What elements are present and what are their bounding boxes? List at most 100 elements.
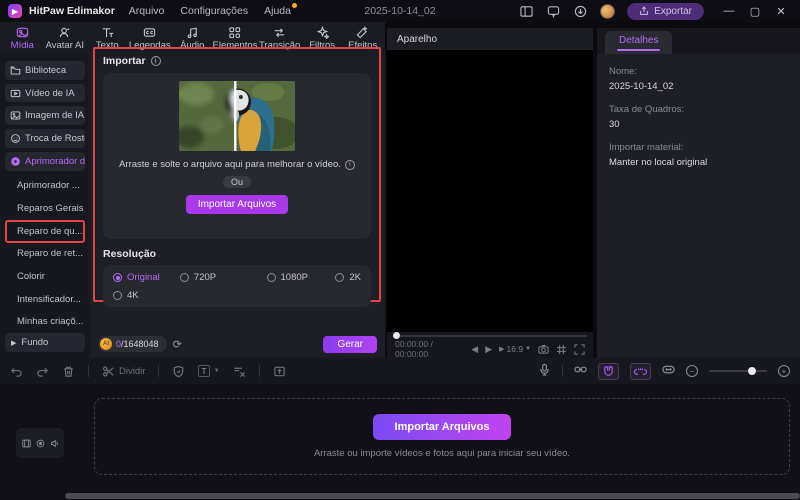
undo-icon[interactable] [10, 365, 23, 378]
edit-toolbar: Dividir T ▼ − + [0, 358, 800, 384]
avatar-ai-icon [60, 27, 70, 38]
dropzone-hint: Arraste e solte o arquivo aqui para melh… [119, 159, 355, 170]
radio-label: 4K [127, 290, 139, 301]
sidebar-item-fundo[interactable]: ▶ Fundo [5, 333, 85, 352]
toolbar-right-group: − + [538, 362, 790, 380]
snapshot-icon[interactable] [538, 344, 549, 355]
sidebar-item-aprimorador[interactable]: Aprimorador ... [5, 175, 85, 198]
sidebar-item-label: Troca de Rostos [25, 133, 85, 145]
play-icon[interactable]: ▶ [485, 344, 492, 355]
video-preview-area[interactable] [387, 50, 593, 332]
magnet-icon[interactable] [598, 362, 619, 380]
file-dropzone[interactable]: Arraste e solte o arquivo aqui para melh… [103, 73, 371, 239]
radio-icon [179, 273, 189, 282]
sidebar-item-intensificador[interactable]: Intensificador... [5, 288, 85, 311]
export-clip-icon[interactable] [273, 365, 286, 378]
record-track-icon[interactable] [36, 439, 45, 448]
field-value-importar-material: Manter no local original [609, 157, 708, 168]
scrubber-handle[interactable] [393, 332, 400, 339]
sidebar-item-aprimorador-de-video[interactable]: Aprimorador d... [5, 151, 85, 171]
radio-icon [335, 273, 345, 282]
credits-total: /1648048 [121, 339, 159, 349]
preview-scrubber[interactable] [387, 332, 593, 340]
import-files-button[interactable]: Importar Arquivos [185, 195, 289, 214]
minimize-icon[interactable]: — [716, 0, 742, 22]
info-icon[interactable]: i [344, 159, 355, 170]
filters-icon [316, 26, 329, 39]
user-avatar[interactable] [600, 3, 616, 19]
scrubber-track [393, 335, 587, 337]
text-tool-icon[interactable]: T ▼ [198, 365, 220, 377]
timeline-import-button[interactable]: Importar Arquivos [372, 414, 512, 440]
fit-timeline-icon[interactable] [662, 363, 675, 379]
aspect-ratio-selector[interactable]: ▶ 16:9 ▼ [499, 344, 531, 354]
field-value-nome: 2025-10-14_02 [609, 81, 674, 92]
split-tool[interactable]: Dividir [102, 365, 145, 378]
tab-detalhes[interactable]: Detalhes [605, 31, 673, 54]
sidebar-item-biblioteca[interactable]: Biblioteca [5, 61, 85, 80]
maximize-icon[interactable]: ▢ [742, 0, 768, 22]
export-button[interactable]: Exportar [627, 2, 704, 20]
timeline-dropzone[interactable]: Importar Arquivos Arraste ou importe víd… [94, 398, 790, 475]
sidebar-item-troca-de-rostos[interactable]: Troca de Rostos [5, 129, 85, 148]
sidebar-item-label: Fundo [21, 337, 49, 349]
zoom-out-icon[interactable]: − [686, 365, 698, 377]
info-icon[interactable]: i [150, 56, 161, 66]
refresh-icon[interactable]: ⟳ [173, 338, 182, 351]
app-window: ▶ HitPaw Edimakor Arquivo Configurações … [0, 0, 800, 500]
import-panel-footer: AI 0/1648048 ⟳ Gerar [90, 333, 385, 355]
link-icon[interactable] [574, 363, 587, 379]
sidebar-item-reparos-gerais[interactable]: Reparos Gerais [5, 197, 85, 220]
radio-2k[interactable]: 2K [335, 272, 361, 283]
tab-avatar-ai[interactable]: Avatar AI [43, 26, 87, 51]
radio-original[interactable]: Original [113, 272, 180, 283]
timeline-area: Importar Arquivos Arraste ou importe víd… [0, 384, 800, 500]
sidebar-item-reparo-de-quadros[interactable]: Reparo de qu... [5, 219, 85, 243]
sidebar-item-video-de-ia[interactable]: Vídeo de IA [5, 83, 85, 103]
scissors-icon [102, 365, 114, 377]
zoom-slider-handle[interactable] [748, 367, 757, 375]
tab-label: Mídia [10, 40, 34, 51]
download-icon[interactable] [573, 4, 588, 19]
notification-dot [291, 3, 297, 8]
credits-counter: AI 0/1648048 [98, 336, 167, 352]
generate-button[interactable]: Gerar [323, 335, 377, 353]
trash-icon[interactable] [62, 365, 75, 378]
shield-icon[interactable] [172, 365, 185, 378]
fullscreen-icon[interactable] [574, 343, 585, 355]
sidebar-item-colorir[interactable]: Colorir [5, 265, 85, 288]
unlink-icon[interactable] [630, 362, 651, 380]
grid-icon[interactable] [556, 344, 567, 355]
effects-icon [356, 26, 368, 39]
project-title: 2025-10-14_02 [364, 5, 436, 17]
sidebar: Biblioteca Vídeo de IA Imagem de IA Troc… [0, 55, 90, 358]
menu-help[interactable]: Ajuda [264, 3, 297, 17]
title-bar: ▶ HitPaw Edimakor Arquivo Configurações … [0, 0, 800, 22]
sidebar-item-label: Reparo de ret... [17, 248, 84, 260]
radio-4k[interactable]: 4K [113, 290, 139, 301]
menu-file[interactable]: Arquivo [129, 5, 165, 17]
menu-settings[interactable]: Configurações [180, 5, 248, 17]
zoom-in-icon[interactable]: + [778, 365, 790, 377]
sidebar-item-minhas-criacoes[interactable]: Minhas criaçõ... [5, 311, 85, 334]
horizontal-scrollbar[interactable] [65, 493, 800, 499]
close-icon[interactable]: ✕ [768, 0, 794, 22]
audio-track-icon[interactable] [50, 439, 59, 448]
sidebar-item-reparo-de-retrato[interactable]: Reparo de ret... [5, 243, 85, 266]
timeline-zoom-slider[interactable] [709, 367, 767, 375]
field-label-nome: Nome: [609, 66, 637, 77]
feedback-icon[interactable] [546, 4, 561, 19]
radio-1080p[interactable]: 1080P [266, 272, 336, 283]
redo-icon[interactable] [36, 365, 49, 378]
film-track-icon[interactable] [21, 439, 31, 448]
microphone-icon[interactable] [538, 363, 551, 379]
prev-frame-icon[interactable]: ◀ [471, 344, 478, 355]
layout-icon[interactable] [519, 4, 534, 19]
radio-720p[interactable]: 720P [179, 272, 267, 283]
remove-subtitle-icon[interactable] [233, 365, 246, 378]
app-title: HitPaw Edimakor [29, 5, 115, 17]
sidebar-item-imagem-de-ia[interactable]: Imagem de IA [5, 106, 85, 126]
sidebar-item-label: Aprimorador ... [17, 180, 80, 192]
resolution-title: Resolução [103, 248, 157, 260]
tab-midia[interactable]: Mídia [2, 26, 43, 51]
